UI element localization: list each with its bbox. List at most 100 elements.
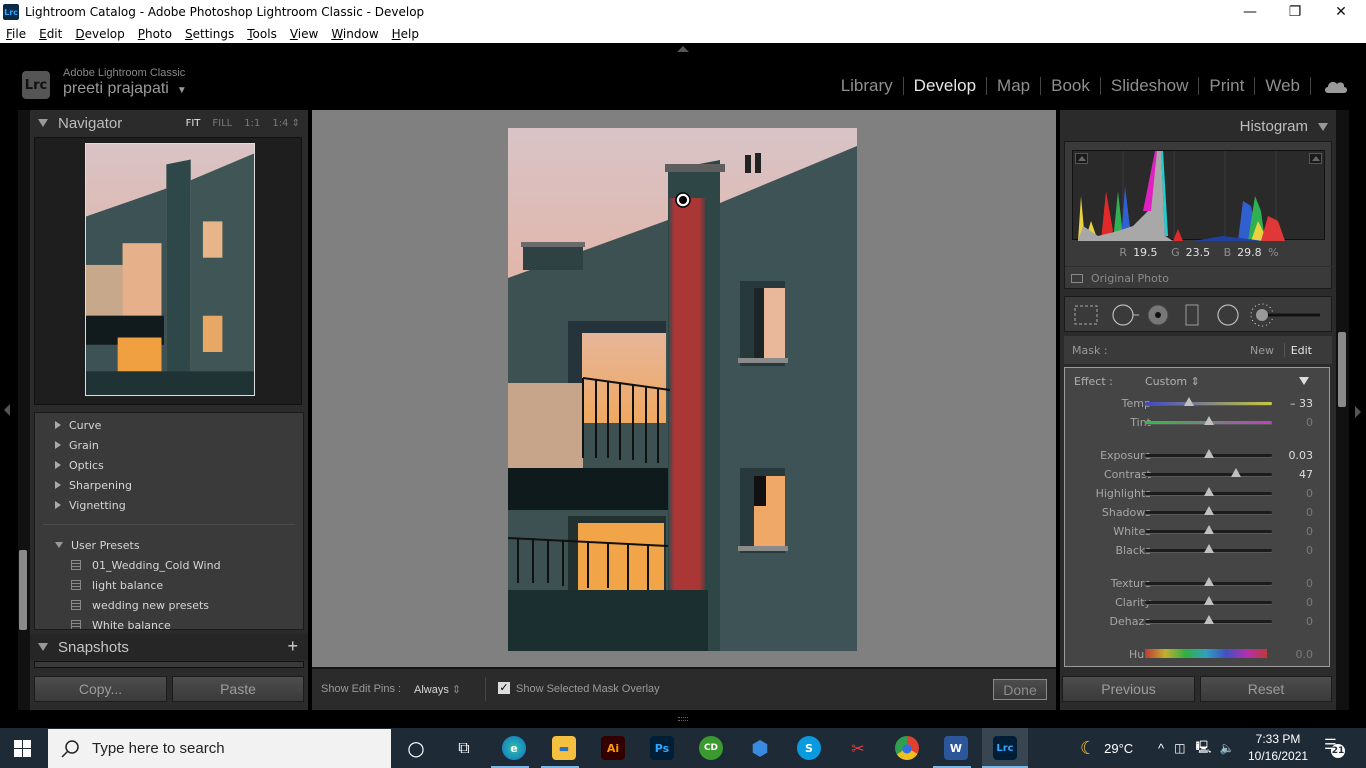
slider-knob[interactable] [1203,416,1214,425]
slider-knob[interactable] [1184,397,1195,406]
collapse-triangle-icon[interactable] [38,643,48,651]
original-photo-toggle[interactable]: Original Photo [1071,272,1169,285]
restore-button[interactable]: ❐ [1272,0,1318,24]
zoom-1-4[interactable]: 1:4 ⇕ [272,118,300,129]
lightroom-icon[interactable]: Lrc [993,736,1017,760]
meet-now-icon[interactable]: ◫ [1174,741,1185,755]
spot-removal-icon[interactable] [1112,304,1134,326]
menu-photo[interactable]: Photo [138,27,172,41]
collapse-triangle-icon[interactable] [1318,122,1328,131]
slider-value[interactable]: 0 [1306,506,1313,519]
menu-window[interactable]: Window [331,27,378,41]
slider-knob[interactable] [1203,506,1214,515]
section-optics[interactable]: Optics [35,455,303,475]
paste-button[interactable]: Paste [172,676,304,702]
network-icon[interactable]: 🖳 [1195,738,1211,759]
slider-track[interactable] [1145,402,1272,405]
module-book[interactable]: Book [1041,76,1100,96]
navigator-thumbnail[interactable] [85,143,255,396]
image-canvas[interactable] [312,110,1056,667]
section-grain[interactable]: Grain [35,435,303,455]
module-slideshow[interactable]: Slideshow [1101,76,1199,96]
collapse-right-icon[interactable] [1355,406,1361,418]
collapse-left-icon[interactable] [4,404,10,416]
blue-app-icon[interactable]: ⬢ [748,736,772,760]
identity-plate[interactable]: preeti prajapati ▼ [63,80,187,98]
slider-value[interactable]: 0 [1306,416,1313,429]
expand-triangle-icon[interactable] [55,421,61,429]
cortana-icon[interactable]: ○ [404,736,428,760]
show-hidden-icons-chevron[interactable]: ^ [1158,741,1164,756]
snapshots-header[interactable]: Snapshots + [30,634,308,660]
module-develop[interactable]: Develop [904,76,986,96]
expand-triangle-icon[interactable] [55,441,61,449]
menu-develop[interactable]: Develop [75,27,124,41]
slider-track[interactable] [1145,473,1272,476]
menu-tools[interactable]: Tools [247,27,277,41]
weather-widget[interactable]: ☾ 29°C [1080,728,1133,768]
cloud-sync-icon[interactable] [1324,79,1348,93]
slider-value[interactable]: – 33 [1290,397,1313,410]
slider-knob[interactable] [1203,449,1214,458]
module-web[interactable]: Web [1255,76,1310,96]
crop-overlay-icon[interactable] [1074,305,1098,325]
file-explorer-icon[interactable]: ▬ [552,736,576,760]
slider-knob[interactable] [1203,615,1214,624]
radial-filter-icon[interactable] [1217,304,1239,326]
slider-knob[interactable] [1203,487,1214,496]
done-button[interactable]: Done [993,679,1047,700]
menu-view[interactable]: View [290,27,318,41]
graduated-filter-icon[interactable] [1185,304,1199,326]
section-vignetting[interactable]: Vignetting [35,495,303,515]
slider-value[interactable]: 0 [1306,577,1313,590]
notifications-icon[interactable]: ☰ 21 [1324,737,1345,758]
slider-value[interactable]: 0 [1306,525,1313,538]
menu-edit[interactable]: Edit [39,27,62,41]
shadow-clipping-toggle[interactable] [1075,153,1088,164]
expand-triangle-icon[interactable] [55,501,61,509]
collapse-top-panel-icon[interactable] [677,46,689,52]
right-panel-toggle[interactable] [1349,110,1366,710]
reset-button[interactable]: Reset [1200,676,1332,702]
taskbar-search[interactable]: Type here to search [48,729,391,768]
coreldraw-icon[interactable]: CD [699,736,723,760]
preset-item[interactable]: light balance [35,575,303,595]
expand-triangle-icon[interactable] [55,481,61,489]
filmstrip-grip-icon[interactable] [678,717,688,721]
left-panel-scrollbar[interactable] [18,110,30,710]
chevron-down-icon[interactable]: ▼ [177,85,187,96]
zoom-1-1[interactable]: 1:1 [244,118,260,129]
slider-value[interactable]: 0.0 [1296,648,1314,661]
module-map[interactable]: Map [987,76,1040,96]
minimize-button[interactable]: — [1227,0,1273,24]
mask-edit-button[interactable]: Edit [1291,344,1312,357]
clock[interactable]: 7:33 PM 10/16/2021 [1248,731,1308,765]
module-print[interactable]: Print [1199,76,1254,96]
effect-preset-select[interactable]: Custom ⇕ [1145,375,1200,388]
slider-knob[interactable] [1203,525,1214,534]
highlight-clipping-toggle[interactable] [1309,153,1322,164]
module-library[interactable]: Library [831,76,903,96]
menu-file[interactable]: File [6,27,26,41]
menu-settings[interactable]: Settings [185,27,234,41]
volume-icon[interactable]: 🔈 [1219,741,1234,755]
zoom-fill[interactable]: FILL [212,118,232,129]
photo-preview[interactable] [508,128,857,651]
task-view-icon[interactable]: ⧉ [452,736,476,760]
word-icon[interactable]: W [944,736,968,760]
mask-overlay-checkbox[interactable]: ✓ [498,682,510,694]
show-edit-pins-select[interactable]: Always ⇕ [414,683,461,696]
expand-triangle-icon[interactable] [55,461,61,469]
slider-knob[interactable] [1231,468,1242,477]
slider-knob[interactable] [1203,544,1214,553]
scrollbar-thumb[interactable] [1338,332,1346,407]
preset-item[interactable]: White balance [35,615,303,629]
slider-value[interactable]: 0 [1306,615,1313,628]
slider-value[interactable]: 47 [1299,468,1313,481]
close-button[interactable]: ✕ [1318,0,1364,24]
mask-new-button[interactable]: New [1250,344,1274,357]
user-presets-folder[interactable]: User Presets [35,535,303,555]
photoshop-icon[interactable]: Ps [650,736,674,760]
preset-item[interactable]: 01_Wedding_Cold Wind [35,555,303,575]
checkbox-icon[interactable] [1071,274,1083,283]
